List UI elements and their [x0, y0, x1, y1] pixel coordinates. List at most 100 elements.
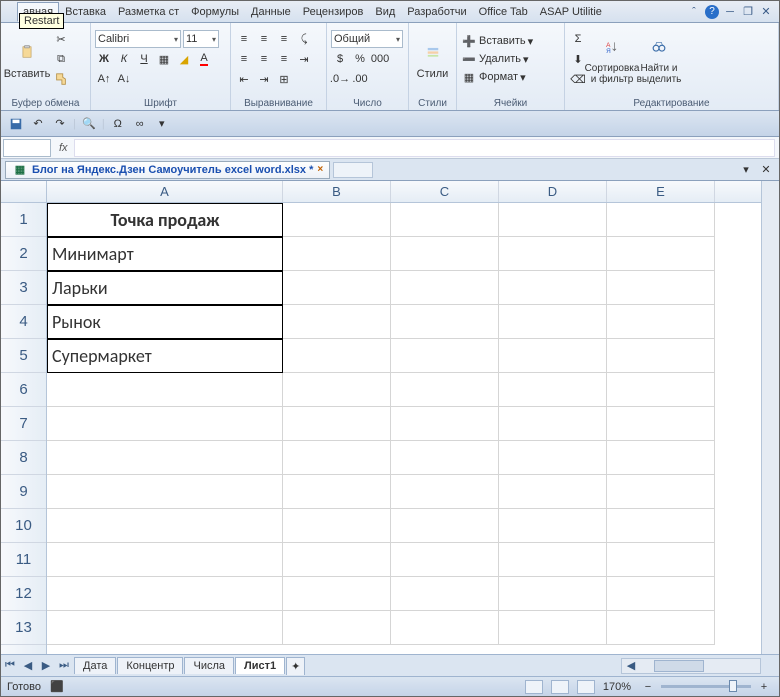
number-format-select[interactable]: Общий▾: [331, 30, 403, 48]
zoom-level[interactable]: 170%: [603, 681, 631, 693]
cell[interactable]: [391, 271, 499, 305]
align-right[interactable]: ≡: [275, 50, 293, 68]
cell[interactable]: [607, 475, 715, 509]
cell[interactable]: [283, 305, 391, 339]
cell[interactable]: [499, 373, 607, 407]
cell[interactable]: [607, 237, 715, 271]
cell[interactable]: [47, 441, 283, 475]
cell-A1[interactable]: Точка продаж: [47, 203, 283, 237]
sheet-tab-active[interactable]: Лист1: [235, 657, 285, 674]
cell[interactable]: [391, 475, 499, 509]
cell[interactable]: [391, 203, 499, 237]
cell[interactable]: [607, 577, 715, 611]
minimize-ribbon-icon[interactable]: ˆ: [687, 5, 701, 19]
cell[interactable]: [391, 509, 499, 543]
orientation-button[interactable]: ⤹: [295, 30, 313, 48]
tab-officetab[interactable]: Office Tab: [473, 2, 534, 22]
format-cells-button[interactable]: ▦Формат▾: [461, 69, 533, 85]
cell[interactable]: [391, 611, 499, 645]
cell[interactable]: [391, 407, 499, 441]
view-pagelayout-button[interactable]: [551, 680, 569, 694]
window-min-icon[interactable]: ─: [723, 5, 737, 19]
vertical-scrollbar[interactable]: [761, 181, 779, 654]
cell[interactable]: [607, 509, 715, 543]
cell[interactable]: [283, 373, 391, 407]
percent-button[interactable]: %: [351, 50, 369, 68]
row-header[interactable]: 8: [1, 441, 46, 475]
font-name-select[interactable]: Calibri▾: [95, 30, 181, 48]
row-header[interactable]: 6: [1, 373, 46, 407]
tab-data[interactable]: Данные: [245, 2, 297, 22]
cut-button[interactable]: ✂: [52, 30, 70, 48]
autosum-button[interactable]: Σ: [569, 30, 587, 48]
row-header[interactable]: 11: [1, 543, 46, 577]
help-icon[interactable]: ?: [705, 5, 719, 19]
sheet-nav-last[interactable]: ⏭: [55, 657, 73, 675]
cell[interactable]: [283, 339, 391, 373]
cell[interactable]: [47, 543, 283, 577]
select-all-corner[interactable]: [1, 181, 47, 202]
merge-button[interactable]: ⊞: [275, 70, 293, 88]
cell[interactable]: [391, 543, 499, 577]
row-header[interactable]: 5: [1, 339, 46, 373]
cell-A4[interactable]: Рынок: [47, 305, 283, 339]
cell[interactable]: [499, 339, 607, 373]
zoom-out-button[interactable]: −: [639, 678, 657, 696]
window-restore-icon[interactable]: ❐: [741, 5, 755, 19]
view-pagebreak-button[interactable]: [577, 680, 595, 694]
col-header-D[interactable]: D: [499, 181, 607, 202]
cell[interactable]: [499, 475, 607, 509]
window-close-icon[interactable]: ✕: [759, 5, 773, 19]
qat-dropdown[interactable]: ▾: [153, 115, 171, 133]
sheet-tab[interactable]: Концентр: [117, 657, 183, 674]
cell[interactable]: [283, 441, 391, 475]
cell[interactable]: [499, 271, 607, 305]
cell[interactable]: [499, 577, 607, 611]
row-header[interactable]: 1: [1, 203, 46, 237]
cell[interactable]: [391, 577, 499, 611]
close-tab-icon[interactable]: ×: [317, 164, 323, 175]
horizontal-scrollbar[interactable]: ◀: [621, 658, 761, 674]
view-normal-button[interactable]: [525, 680, 543, 694]
zoom-slider[interactable]: [661, 685, 751, 688]
tab-view[interactable]: Вид: [369, 2, 401, 22]
decrease-indent[interactable]: ⇤: [235, 70, 253, 88]
decrease-font-button[interactable]: A↓: [115, 70, 133, 88]
cell[interactable]: [607, 271, 715, 305]
cell[interactable]: [499, 543, 607, 577]
col-header-C[interactable]: C: [391, 181, 499, 202]
align-left[interactable]: ≡: [235, 50, 253, 68]
cell[interactable]: [499, 509, 607, 543]
col-header-A[interactable]: A: [47, 181, 283, 202]
fontcolor-button[interactable]: A: [195, 50, 213, 68]
tab-formulas[interactable]: Формулы: [185, 2, 245, 22]
delete-cells-button[interactable]: ➖Удалить▾: [461, 51, 533, 67]
cell[interactable]: [499, 407, 607, 441]
cell[interactable]: [47, 475, 283, 509]
cell[interactable]: [499, 441, 607, 475]
cell[interactable]: [283, 407, 391, 441]
align-bottom[interactable]: ≡: [275, 30, 293, 48]
cell[interactable]: [607, 373, 715, 407]
cell[interactable]: [391, 237, 499, 271]
formatpainter-button[interactable]: [52, 70, 70, 88]
cell[interactable]: [47, 407, 283, 441]
cell[interactable]: [391, 339, 499, 373]
cell[interactable]: [499, 203, 607, 237]
cell[interactable]: [607, 339, 715, 373]
cell[interactable]: [607, 203, 715, 237]
cell[interactable]: [607, 305, 715, 339]
fx-icon[interactable]: fx: [53, 142, 74, 154]
cell[interactable]: [47, 509, 283, 543]
new-tab-button[interactable]: [333, 162, 373, 178]
cell[interactable]: [607, 407, 715, 441]
increase-indent[interactable]: ⇥: [255, 70, 273, 88]
redo-button[interactable]: ↷: [51, 115, 69, 133]
tab-asap[interactable]: ASAP Utilitie: [534, 2, 608, 22]
underline-button[interactable]: Ч: [135, 50, 153, 68]
cell[interactable]: [391, 305, 499, 339]
tabs-close[interactable]: ✕: [757, 161, 775, 179]
align-top[interactable]: ≡: [235, 30, 253, 48]
row-header[interactable]: 13: [1, 611, 46, 645]
row-header[interactable]: 3: [1, 271, 46, 305]
